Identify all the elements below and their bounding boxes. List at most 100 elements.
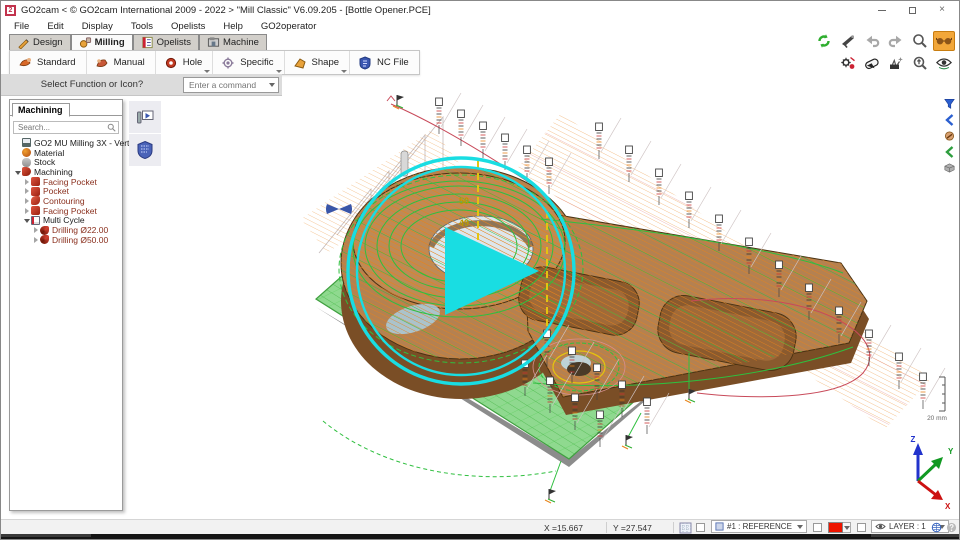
opelists-tab-icon (141, 36, 154, 49)
app-icon: 2 (5, 5, 16, 16)
tab-milling[interactable]: Milling (71, 34, 133, 50)
ncfile-icon (358, 56, 372, 70)
button-label: NC File (377, 57, 409, 68)
machine-config-icon[interactable] (837, 53, 859, 73)
menu-edit[interactable]: Edit (38, 21, 72, 32)
milling-toolbar: Standard Manual HoleSpecific Shape NC File (9, 50, 420, 75)
minimize-button[interactable] (867, 2, 897, 18)
hole-button[interactable]: Hole (156, 51, 214, 74)
tree-item-pocket[interactable]: Pocket (22, 186, 122, 196)
axis-y-label: Y (948, 447, 954, 456)
scale-label: 20 mm (927, 415, 947, 422)
specific-icon (221, 56, 235, 70)
glasses-icon[interactable] (933, 31, 955, 51)
nc-file-button[interactable]: NC File (350, 51, 419, 74)
manual-button[interactable]: Manual (87, 51, 156, 74)
machine-icon (22, 138, 31, 147)
tree-collapsed-arrow[interactable] (22, 188, 31, 194)
close-button[interactable]: × (927, 2, 957, 18)
chevron-down-icon[interactable] (341, 70, 347, 73)
tree-item-drilling-22-00[interactable]: Drilling Ø22.00 (31, 225, 122, 235)
depth-label-50: 50 (459, 196, 469, 206)
tree-item-multi-cycle[interactable]: Multi Cycle (22, 216, 122, 226)
tree-collapsed-arrow[interactable] (22, 198, 31, 204)
tab-machine[interactable]: Machine (199, 34, 267, 50)
tab-design[interactable]: Design (9, 34, 71, 50)
shape-icon (293, 56, 307, 70)
tree-item-label: Facing Pocket (43, 177, 97, 187)
tree-item-facing-pocket[interactable]: Facing Pocket (22, 206, 122, 216)
pocket-op-icon (31, 187, 40, 196)
tree-collapsed-arrow[interactable] (22, 179, 31, 185)
eraser-icon[interactable] (861, 53, 883, 73)
tree-item-material[interactable]: Material (13, 148, 122, 158)
tab-opelists[interactable]: Opelists (133, 34, 199, 50)
shape-button[interactable]: Shape (285, 51, 350, 74)
tree-collapsed-arrow[interactable] (31, 237, 40, 243)
specific-button[interactable]: Specific (213, 51, 284, 74)
tab-label: Machine (223, 37, 259, 48)
menu-help[interactable]: Help (214, 21, 252, 32)
multicycle-icon (31, 216, 40, 225)
tree-item-drilling-50-00[interactable]: Drilling Ø50.00 (31, 235, 122, 245)
tree-search[interactable] (13, 121, 119, 134)
menu-file[interactable]: File (5, 21, 38, 32)
layer-checkbox[interactable] (857, 520, 866, 535)
layer-value: LAYER : 1 (889, 522, 926, 531)
button-label: Shape (312, 57, 339, 68)
tree-expanded-arrow[interactable] (22, 217, 31, 223)
tree-item-label: Contouring (43, 196, 85, 206)
sync-icon[interactable] (813, 31, 835, 51)
grid-checkbox[interactable] (696, 520, 705, 535)
button-label: Standard (37, 57, 76, 68)
menu-go2operator[interactable]: GO2operator (252, 21, 325, 32)
axis-z-label: Z (911, 435, 916, 444)
stock-icon (22, 158, 31, 167)
standard-button[interactable]: Standard (10, 51, 87, 74)
menu-display[interactable]: Display (73, 21, 122, 32)
machining-tree: GO2 MU Milling 3X - VerticalMaterialStoc… (10, 136, 122, 245)
tree-item-machining[interactable]: Machining (13, 167, 122, 177)
tab-machining[interactable]: Machining (12, 103, 70, 117)
grid-toggle-icon[interactable] (679, 520, 692, 535)
tree-item-label: Pocket (43, 186, 69, 196)
eye-rotate-icon[interactable] (933, 53, 955, 73)
caliper-icon[interactable] (837, 31, 859, 51)
chevron-down-icon[interactable] (276, 70, 282, 73)
maximize-button[interactable] (897, 2, 927, 18)
axes-triad: Z Y X (911, 435, 954, 511)
milling-tab-icon (79, 36, 92, 49)
tree-item-facing-pocket[interactable]: Facing Pocket (22, 177, 122, 187)
zoom-icon[interactable] (909, 31, 931, 51)
menu-tools[interactable]: Tools (122, 21, 162, 32)
color-swatch[interactable] (828, 520, 851, 535)
manual-icon (95, 56, 109, 70)
tree-collapsed-arrow[interactable] (22, 208, 31, 214)
chevron-down-icon[interactable] (204, 70, 210, 73)
tree-collapsed-arrow[interactable] (31, 227, 40, 233)
tree-expanded-arrow[interactable] (13, 169, 22, 175)
tree-item-label: Material (34, 148, 64, 158)
redo-icon[interactable] (885, 31, 907, 51)
color-checkbox[interactable] (813, 520, 822, 535)
tree-item-go2-mu-milling-3x-vertical[interactable]: GO2 MU Milling 3X - Vertical (13, 138, 122, 148)
zoom-extents-icon[interactable] (909, 53, 931, 73)
tree-item-contouring[interactable]: Contouring (22, 196, 122, 206)
viewport-3d[interactable]: 50 49 (123, 86, 960, 519)
reference-combo[interactable]: #1 : REFERENCE (711, 520, 807, 533)
undo-icon[interactable] (861, 31, 883, 51)
menu-opelists[interactable]: Opelists (162, 21, 214, 32)
cursor-y: Y =27.547 (613, 520, 652, 535)
status-bar: X =15.667 Y =27.547 #1 : REFERENCE LAYER… (1, 519, 960, 534)
tree-item-stock[interactable]: Stock (13, 157, 122, 167)
help-icon[interactable] (946, 520, 957, 535)
reference-icon (715, 522, 724, 531)
tree-item-label: Machining (34, 167, 73, 177)
globe-icon[interactable] (931, 520, 942, 535)
button-label: Manual (114, 57, 145, 68)
magic-wand-icon[interactable] (885, 53, 907, 73)
window-title: GO2cam < © GO2cam International 2009 - 2… (21, 5, 431, 16)
tree-item-label: Stock (34, 157, 55, 167)
search-icon (107, 123, 116, 132)
search-input[interactable] (16, 122, 107, 133)
